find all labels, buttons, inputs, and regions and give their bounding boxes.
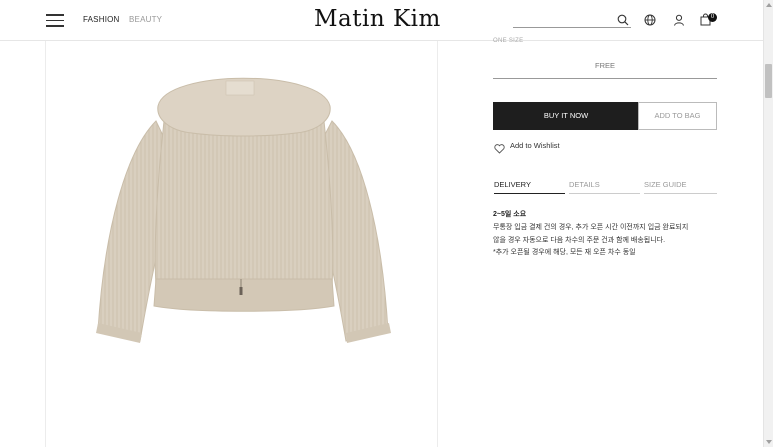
delivery-title: 2~5일 소요 [493, 211, 527, 218]
hamburger-menu-icon[interactable] [46, 13, 64, 27]
size-option-free[interactable]: FREE [493, 56, 717, 79]
site-header: FASHION BEAUTY Matin Kim 0 [0, 0, 763, 41]
tab-size-guide[interactable]: SIZE GUIDE [644, 180, 717, 194]
user-icon[interactable] [673, 14, 685, 26]
buy-now-button[interactable]: BUY IT NOW [493, 102, 639, 130]
search-field [513, 12, 631, 30]
product-image-panel [45, 41, 438, 447]
bag-count-badge: 0 [708, 13, 717, 22]
product-page: FASHION BEAUTY Matin Kim 0 ONE SIZE FREE… [0, 0, 773, 447]
search-input[interactable] [513, 15, 613, 30]
search-icon[interactable] [617, 14, 629, 26]
tab-delivery[interactable]: DELIVERY [494, 180, 565, 194]
size-label: ONE SIZE [493, 38, 524, 44]
globe-icon[interactable] [644, 14, 656, 26]
brand-logo[interactable]: Matin Kim [314, 6, 441, 32]
knit-sweater-image [96, 77, 391, 343]
tab-details[interactable]: DETAILS [569, 180, 640, 194]
heart-icon [494, 141, 505, 159]
delivery-text-line: *추가 오픈될 경우에 해당, 모든 재 오픈 차수 동일 [493, 249, 636, 256]
scroll-thumb[interactable] [765, 64, 772, 98]
add-to-bag-button[interactable]: ADD TO BAG [638, 102, 717, 130]
nav-fashion[interactable]: FASHION [83, 15, 120, 24]
delivery-text-line: 않을 경우 자동으로 다음 차수의 주문 건과 함께 배송됩니다. [493, 237, 666, 244]
page-scrollbar[interactable] [763, 0, 773, 447]
scroll-up-arrow-icon[interactable] [766, 3, 772, 7]
nav-beauty[interactable]: BEAUTY [129, 15, 162, 24]
wishlist-label: Add to Wishlist [510, 141, 560, 150]
scroll-down-arrow-icon[interactable] [766, 440, 772, 444]
delivery-text-line: 무통장 입금 결제 건의 경우, 추가 오픈 시간 이전까지 입금 완료되지 [493, 224, 689, 231]
